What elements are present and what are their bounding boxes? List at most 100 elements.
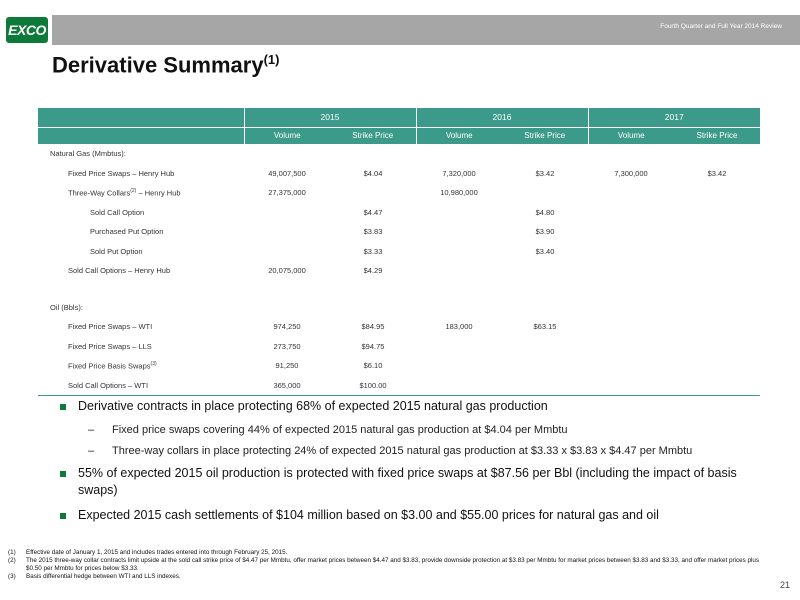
table-cell: $3.33 bbox=[363, 246, 383, 256]
footnote-text: The 2015 three-way collar contracts limi… bbox=[26, 557, 760, 572]
row-label: Fixed Price Swaps – Henry Hub bbox=[38, 164, 244, 184]
table-bottom-rule bbox=[38, 395, 760, 396]
footnote-text: Effective date of January 1, 2015 and in… bbox=[26, 549, 288, 556]
footnote-mark: (2) bbox=[8, 557, 16, 564]
table-row: Fixed Price Basis Swaps(3) 91,250 $6.10 bbox=[38, 356, 760, 376]
col-header-strike-2015: Strike Price bbox=[330, 126, 416, 144]
table-cell bbox=[502, 144, 588, 164]
table-row: Oil (Bbls): bbox=[38, 298, 760, 318]
table-body: Natural Gas (Mmbtus): Fixed Price Swaps –… bbox=[38, 144, 760, 395]
table-cell: 27,375,000 bbox=[268, 188, 306, 198]
table-cell bbox=[588, 337, 674, 357]
logo-text: EXCO bbox=[8, 22, 46, 38]
row-label: Fixed Price Swaps – WTI bbox=[38, 317, 244, 337]
footnote-mark: (3) bbox=[8, 573, 16, 580]
table-cell bbox=[244, 144, 330, 164]
table-cell bbox=[416, 222, 502, 242]
year-header-row: 2015 2016 2017 bbox=[38, 108, 760, 127]
table-row: Fixed Price Swaps – WTI 974,250 $84.95 183,… bbox=[38, 317, 760, 337]
header-blank bbox=[38, 108, 244, 127]
page-number: 21 bbox=[779, 580, 790, 590]
row-label: Fixed Price Swaps – LLS bbox=[38, 337, 244, 357]
table-cell bbox=[244, 242, 330, 262]
table-cell bbox=[244, 281, 330, 298]
year-header-2015: 2015 bbox=[243, 108, 416, 127]
dash-bullet-icon: – bbox=[88, 424, 95, 436]
row-label-text: Fixed Price Swaps – WTI bbox=[68, 322, 153, 332]
table-cell bbox=[330, 183, 416, 203]
table-cell: 365,000 bbox=[273, 380, 301, 390]
table-cell bbox=[674, 317, 760, 337]
row-label-text: Natural Gas (Mmbtus): bbox=[50, 149, 126, 159]
table-cell bbox=[674, 242, 760, 262]
table-cell: $3.83 bbox=[363, 227, 383, 237]
review-label: Fourth Quarter and Full Year 2014 Review bbox=[660, 23, 782, 30]
square-bullet-icon bbox=[60, 513, 66, 519]
table-cell bbox=[674, 222, 760, 242]
row-label: Fixed Price Basis Swaps(3) bbox=[38, 356, 244, 376]
table-cell bbox=[244, 203, 330, 223]
square-bullet-icon bbox=[60, 471, 66, 477]
table-cell bbox=[588, 376, 674, 396]
table-cell: 7,320,000 bbox=[442, 168, 476, 178]
table-cell bbox=[674, 261, 760, 281]
table-cell bbox=[502, 183, 588, 203]
table-cell bbox=[588, 183, 674, 203]
dash-bullet-icon: – bbox=[88, 445, 95, 457]
table-cell: $4.04 bbox=[363, 168, 383, 178]
table-cell bbox=[674, 144, 760, 164]
bullet-item: Derivative contracts in place protecting… bbox=[60, 398, 760, 415]
table-cell bbox=[588, 356, 674, 376]
page-title-text: Derivative Summary bbox=[52, 52, 264, 78]
year-header-2017: 2017 bbox=[587, 108, 760, 127]
table-row: Sold Call Options – Henry Hub 20,075,000 $… bbox=[38, 261, 760, 281]
table-cell: $3.40 bbox=[535, 246, 555, 256]
page-title: Derivative Summary(1) bbox=[52, 52, 279, 78]
row-label-text: Three-Way Collars bbox=[68, 188, 131, 198]
row-label-text: Sold Call Option bbox=[90, 207, 145, 217]
table-cell: 183,000 bbox=[445, 322, 473, 332]
sub-bullet-item: – Fixed price swaps covering 44% of expec… bbox=[60, 423, 760, 438]
table-cell bbox=[416, 261, 502, 281]
table-cell bbox=[244, 222, 330, 242]
table-cell: 20,075,000 bbox=[268, 266, 306, 276]
table-cell bbox=[502, 261, 588, 281]
row-label-text: Sold Put Option bbox=[90, 246, 143, 256]
sub-bullet-item: – Three-way collars in place protecting 2… bbox=[60, 444, 760, 459]
derivative-table: 2015 2016 2017 Volume Strike Price Volum… bbox=[38, 108, 760, 395]
table-cell bbox=[674, 376, 760, 396]
row-label-text: Oil (Bbls): bbox=[50, 302, 83, 312]
table-cell bbox=[588, 281, 674, 298]
table-cell: 974,250 bbox=[273, 322, 301, 332]
column-header-row: Volume Strike Price Volume Strike Price … bbox=[38, 126, 760, 144]
footnote-text: Basis differential hedge between WTI and… bbox=[26, 573, 181, 580]
sub-bullet-text: Three-way collars in place protecting 24… bbox=[112, 445, 693, 457]
table-cell bbox=[502, 298, 588, 318]
table-row: Natural Gas (Mmbtus): bbox=[38, 144, 760, 164]
col-header-volume-2015: Volume bbox=[243, 126, 330, 144]
derivative-table-container: 2015 2016 2017 Volume Strike Price Volum… bbox=[38, 108, 760, 396]
table-cell: 273,750 bbox=[273, 341, 301, 351]
table-cell: $63.15 bbox=[533, 322, 557, 332]
row-label: Three-Way Collars(2) – Henry Hub bbox=[38, 183, 244, 203]
table-cell: $6.10 bbox=[363, 361, 383, 371]
row-label: Sold Put Option bbox=[38, 242, 244, 262]
table-cell: $100.00 bbox=[359, 380, 387, 390]
bullet-item: 55% of expected 2015 oil production is p… bbox=[60, 465, 760, 499]
col-header-volume-2016: Volume bbox=[415, 126, 502, 144]
row-label: Sold Call Options – Henry Hub bbox=[38, 261, 244, 281]
table-cell: 7,300,000 bbox=[614, 168, 648, 178]
table-row: Fixed Price Swaps – LLS 273,750 $94.75 bbox=[38, 337, 760, 357]
table-cell: 49,007,500 bbox=[268, 168, 306, 178]
row-label-text: Fixed Price Swaps – Henry Hub bbox=[68, 168, 175, 178]
table-row: Sold Call Option $4.47 $4.80 bbox=[38, 203, 760, 223]
table-row: Three-Way Collars(2) – Henry Hub 27,375,0… bbox=[38, 183, 760, 203]
col-header-blank bbox=[38, 126, 244, 144]
row-label: Oil (Bbls): bbox=[38, 298, 244, 318]
row-label: Purchased Put Option bbox=[38, 222, 244, 242]
bullet-text: Expected 2015 cash settlements of $104 m… bbox=[78, 508, 659, 522]
table-cell bbox=[416, 356, 502, 376]
table-cell bbox=[416, 281, 502, 298]
table-cell: $3.42 bbox=[707, 168, 727, 178]
table-cell: $3.42 bbox=[535, 168, 555, 178]
